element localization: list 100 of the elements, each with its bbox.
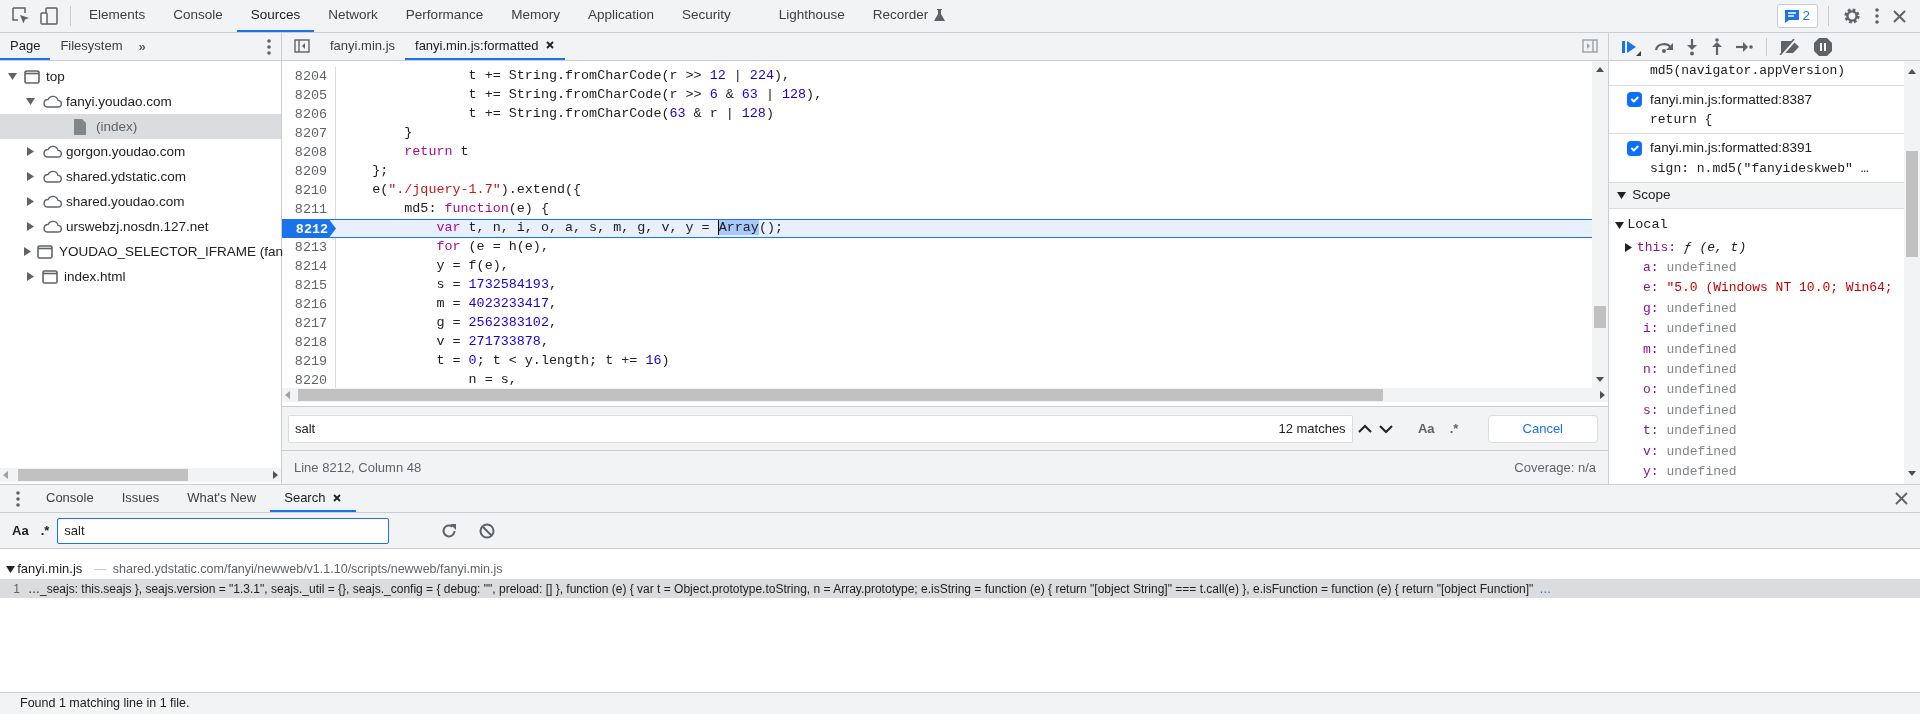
drawer-tab[interactable]: Console xyxy=(32,485,108,512)
file-tab[interactable]: fanyi.min.js:formatted xyxy=(405,33,565,60)
match-case-button[interactable]: Aa xyxy=(6,520,35,541)
find-field[interactable]: salt 12 matches xyxy=(288,414,1353,443)
tree-item[interactable]: YOUDAO_SELECTOR_IFRAME (fan xyxy=(0,239,281,265)
breakpoint-checkbox[interactable] xyxy=(1627,92,1642,108)
drawer-tab[interactable]: Issues xyxy=(107,485,174,512)
cancel-button[interactable]: Cancel xyxy=(1487,415,1598,443)
breakpoint-location[interactable]: fanyi.min.js:formatted:8387 xyxy=(1650,89,1813,110)
breakpoint-code: md5(navigator.appVersion) xyxy=(1650,63,1846,78)
collapsed-arrow-icon[interactable] xyxy=(26,197,34,207)
tree-item[interactable]: top xyxy=(0,64,281,90)
clear-icon[interactable] xyxy=(479,522,496,539)
line-number[interactable]: 8215 xyxy=(282,275,336,295)
navigator-tab[interactable]: Page xyxy=(0,33,51,60)
regex-button[interactable]: .* xyxy=(1443,419,1465,439)
panel-tab[interactable]: Elements xyxy=(75,0,160,32)
down-arrow-icon[interactable] xyxy=(1907,470,1917,478)
close-icon[interactable] xyxy=(544,40,555,51)
panel-tab[interactable]: Memory xyxy=(497,0,574,32)
expand-arrow-icon[interactable] xyxy=(1615,221,1624,229)
collapsed-arrow-icon[interactable] xyxy=(24,247,31,257)
panel-tab[interactable]: Security xyxy=(667,0,745,32)
expand-arrow-icon[interactable] xyxy=(1625,242,1633,252)
horizontal-scrollbar[interactable] xyxy=(282,388,1608,403)
line-number[interactable]: 8214 xyxy=(282,256,336,276)
line-number[interactable]: 8217 xyxy=(282,313,336,333)
inspect-icon[interactable] xyxy=(12,7,30,25)
device-toolbar-icon[interactable] xyxy=(40,7,58,25)
panel-tab[interactable]: Performance xyxy=(391,0,498,32)
line-number[interactable]: 8204 xyxy=(282,66,336,86)
horizontal-scrollbar[interactable] xyxy=(0,468,281,482)
line-number[interactable]: 8219 xyxy=(282,351,336,371)
step-into-icon[interactable] xyxy=(1686,37,1698,56)
match-case-button[interactable]: Aa xyxy=(1412,419,1441,439)
scrollbar-thumb[interactable] xyxy=(1594,306,1606,329)
more-options-icon[interactable] xyxy=(16,490,20,507)
vertical-scrollbar[interactable] xyxy=(1592,60,1608,389)
issues-button[interactable]: 2 xyxy=(1777,4,1818,28)
up-arrow-icon[interactable] xyxy=(1907,67,1917,75)
panel-tab[interactable]: Console xyxy=(159,0,237,32)
line-number[interactable]: 8208 xyxy=(282,142,336,162)
line-number[interactable]: 8212 xyxy=(282,219,336,237)
collapsed-arrow-icon[interactable] xyxy=(26,222,34,232)
regex-button[interactable]: .* xyxy=(34,520,56,541)
line-number[interactable]: 8216 xyxy=(282,294,336,314)
tree-item[interactable]: shared.ydstatic.com xyxy=(0,164,281,190)
panel-tab[interactable]: Lighthouse xyxy=(764,0,859,32)
scrollbar-thumb[interactable] xyxy=(18,469,188,481)
line-number[interactable]: 8209 xyxy=(282,161,336,181)
collapsed-arrow-icon[interactable] xyxy=(26,272,34,282)
collapsed-arrow-icon[interactable] xyxy=(26,172,34,182)
tree-item[interactable]: index.html xyxy=(0,264,281,290)
scrollbar-thumb[interactable] xyxy=(1906,151,1918,257)
drawer-tab[interactable]: What's New xyxy=(173,485,271,512)
deactivate-breakpoints-icon[interactable] xyxy=(1779,38,1801,55)
settings-icon[interactable] xyxy=(1843,7,1861,25)
tree-item[interactable]: fanyi.youdao.com xyxy=(0,89,281,115)
step-out-icon[interactable] xyxy=(1710,37,1723,56)
panel-tab[interactable]: Network xyxy=(314,0,392,32)
result-file[interactable]: fanyi.min.js xyxy=(17,559,83,579)
scrollbar-thumb[interactable] xyxy=(298,389,1383,402)
tree-item[interactable]: (index) xyxy=(0,114,281,140)
expand-arrow-icon[interactable] xyxy=(1617,192,1626,199)
collapsed-arrow-icon[interactable] xyxy=(26,147,34,157)
search-result[interactable]: 1 …_seajs: this.seajs }, seajs.version = "1.3.1", seajs._util = {}, seajs._config = { debug: "", preload: [] }, function (e) { var t = Object.prototype.toString, n = Array.prototype; e.isString = function (e) { return "[object String]" === t.call(e) }, e.isFunction = function (e) { return "[object Function]" … xyxy=(0,579,1920,598)
line-number[interactable]: 8210 xyxy=(282,180,336,200)
navigator-tab[interactable]: Filesystem xyxy=(50,33,133,60)
vertical-scrollbar[interactable] xyxy=(1904,61,1920,484)
more-options-icon[interactable] xyxy=(1875,8,1879,24)
file-tab[interactable]: fanyi.min.js xyxy=(320,33,406,60)
breakpoint-checkbox[interactable] xyxy=(1627,140,1642,156)
refresh-icon[interactable] xyxy=(441,522,458,539)
line-number[interactable]: 8206 xyxy=(282,104,336,124)
breakpoint-location[interactable]: fanyi.min.js:formatted:8391 xyxy=(1650,138,1813,159)
line-number[interactable]: 8213 xyxy=(282,237,336,257)
sidebar-toggle-icon[interactable] xyxy=(1582,39,1598,54)
tree-item[interactable]: urswebzj.nosdn.127.net xyxy=(0,214,281,240)
expand-arrow-icon[interactable] xyxy=(6,565,15,573)
variable-name: this: xyxy=(1637,238,1676,257)
scope-title[interactable]: Local xyxy=(1627,215,1668,236)
search-field[interactable]: salt xyxy=(57,517,390,544)
panel-tab[interactable]: Recorder xyxy=(858,0,960,32)
tree-item[interactable]: gorgon.youdao.com xyxy=(0,139,281,165)
step-icon[interactable] xyxy=(1735,40,1753,53)
line-number[interactable]: 8205 xyxy=(282,85,336,105)
line-number[interactable]: 8211 xyxy=(282,199,336,219)
close-icon[interactable] xyxy=(331,492,342,503)
tree-item[interactable]: shared.youdao.com xyxy=(0,189,281,215)
expand-arrow-icon[interactable] xyxy=(25,98,35,106)
more-tabs-button[interactable]: » xyxy=(132,36,152,57)
line-number[interactable]: 8218 xyxy=(282,332,336,352)
expand-arrow-icon[interactable] xyxy=(7,73,17,81)
pause-icon[interactable] xyxy=(1813,37,1832,56)
line-number[interactable]: 8207 xyxy=(282,123,336,143)
code-line: t += String.fromCharCode(r >> 6 & 63 | 128), xyxy=(467,86,823,105)
more-options-icon[interactable] xyxy=(267,38,271,55)
section-header[interactable]: Scope xyxy=(1632,185,1671,206)
panel-tab[interactable]: Application xyxy=(573,0,668,32)
sidebar-toggle-icon[interactable] xyxy=(294,39,310,54)
